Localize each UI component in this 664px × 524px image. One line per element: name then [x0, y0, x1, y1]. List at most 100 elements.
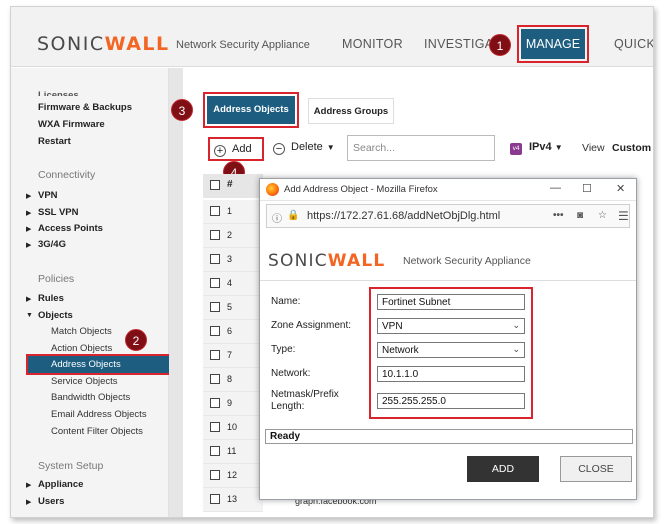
sidebar-item-firmware-backups[interactable]: Firmware & Backups: [38, 102, 132, 113]
row-checkbox[interactable]: [210, 398, 220, 408]
table-row[interactable]: 12: [203, 464, 263, 488]
table-row[interactable]: 8: [203, 368, 263, 392]
collapse-arrow-icon[interactable]: ▼: [26, 312, 33, 319]
sidebar-item-wxa-firmware[interactable]: WXA Firmware: [38, 119, 105, 130]
sidebar-item-email-address-objects[interactable]: Email Address Objects: [51, 409, 147, 420]
nav-manage[interactable]: MANAGE: [517, 25, 589, 63]
dialog-window-title: Add Address Object - Mozilla Firefox: [284, 184, 438, 195]
row-checkbox[interactable]: [210, 326, 220, 336]
table-row[interactable]: 4: [203, 272, 263, 296]
lock-warning-icon[interactable]: 🔒: [287, 210, 299, 221]
row-checkbox[interactable]: [210, 302, 220, 312]
appliance-subtitle: Network Security Appliance: [403, 255, 531, 267]
network-field[interactable]: 10.1.1.0: [377, 366, 525, 382]
row-checkbox[interactable]: [210, 374, 220, 384]
row-checkbox[interactable]: [210, 470, 220, 480]
search-input[interactable]: Search...: [347, 135, 495, 161]
info-icon[interactable]: ⓘ: [272, 210, 282, 225]
expand-arrow-icon[interactable]: ▶: [26, 498, 31, 506]
netmask-field[interactable]: 255.255.255.0: [377, 393, 525, 409]
add-submit-button[interactable]: ADD: [467, 456, 539, 482]
row-checkbox[interactable]: [210, 206, 220, 216]
sidebar-item-vpn[interactable]: VPN: [38, 190, 58, 201]
sidebar-heading-system-setup: System Setup: [38, 460, 104, 472]
ipv4-badge-icon: v4: [510, 143, 522, 155]
close-icon[interactable]: ✕: [616, 182, 625, 195]
sidebar-scrollbar[interactable]: [169, 68, 183, 517]
sidebar-heading-policies: Policies: [38, 273, 75, 285]
url-text[interactable]: https://172.27.61.68/addNetObjDlg.html: [307, 210, 500, 222]
sidebar-item-match-objects[interactable]: Match Objects: [51, 326, 112, 337]
url-bar[interactable]: ⓘ 🔒 https://172.27.61.68/addNetObjDlg.ht…: [266, 204, 630, 228]
row-checkbox[interactable]: [210, 230, 220, 240]
sidebar-item-appliance[interactable]: Appliance: [38, 479, 83, 490]
expand-arrow-icon[interactable]: ▶: [26, 295, 31, 303]
name-label: Name:: [271, 296, 301, 307]
table-row[interactable]: 1: [203, 200, 263, 224]
nav-investigate[interactable]: INVESTIGA: [424, 37, 493, 51]
row-checkbox[interactable]: [210, 494, 220, 504]
sidebar-item-rules[interactable]: Rules: [38, 293, 64, 304]
row-checkbox[interactable]: [210, 254, 220, 264]
tab-address-groups[interactable]: Address Groups: [308, 98, 394, 124]
sidebar-item-action-objects[interactable]: Action Objects: [51, 343, 112, 354]
sonicwall-logo: SONICWALL: [37, 33, 170, 55]
minimize-icon[interactable]: —: [550, 182, 561, 194]
sidebar-item-address-objects[interactable]: Address Objects: [26, 354, 171, 375]
sidebar-item-access-points[interactable]: Access Points: [38, 223, 103, 234]
top-bar: SONICWALL Network Security Appliance MON…: [11, 7, 653, 67]
table-row[interactable]: 10: [203, 416, 263, 440]
tab-address-objects[interactable]: Address Objects: [203, 92, 299, 128]
type-label: Type:: [271, 344, 296, 355]
maximize-icon[interactable]: ☐: [582, 182, 592, 195]
table-row[interactable]: 3: [203, 248, 263, 272]
firefox-icon: [266, 183, 279, 196]
sidebar-item-ssl-vpn[interactable]: SSL VPN: [38, 207, 78, 218]
name-field[interactable]: Fortinet Subnet: [377, 294, 525, 310]
add-button[interactable]: + Add: [208, 137, 264, 161]
ip-version-select[interactable]: IPv4 ▼: [529, 141, 563, 153]
sidebar-item-restart[interactable]: Restart: [38, 136, 71, 147]
sidebar-item-licenses[interactable]: Licenses: [38, 90, 79, 96]
bookmark-star-icon[interactable]: ☆: [598, 210, 607, 221]
table-row[interactable]: 5: [203, 296, 263, 320]
table-row[interactable]: 9: [203, 392, 263, 416]
page-actions-icon[interactable]: •••: [553, 210, 564, 221]
row-checkbox[interactable]: [210, 422, 220, 432]
row-checkbox[interactable]: [210, 446, 220, 456]
step-marker-1: 1: [489, 34, 511, 56]
nav-quick[interactable]: QUICK: [614, 37, 653, 51]
table-row[interactable]: 2: [203, 224, 263, 248]
table-row[interactable]: 6: [203, 320, 263, 344]
close-button[interactable]: CLOSE: [560, 456, 632, 482]
table-row[interactable]: 11: [203, 440, 263, 464]
sidebar-item-bandwidth-objects[interactable]: Bandwidth Objects: [51, 392, 130, 403]
type-select[interactable]: Network ⌄: [377, 342, 525, 358]
view-select[interactable]: Custom: [612, 142, 651, 154]
sidebar-item-3g-4g[interactable]: 3G/4G: [38, 239, 66, 250]
menu-icon[interactable]: ☰: [618, 209, 629, 223]
sidebar-item-service-objects[interactable]: Service Objects: [51, 376, 118, 387]
expand-arrow-icon[interactable]: ▶: [26, 481, 31, 489]
table-row[interactable]: 13: [203, 488, 263, 512]
expand-arrow-icon[interactable]: ▶: [26, 209, 31, 217]
table-row[interactable]: 7: [203, 344, 263, 368]
expand-arrow-icon[interactable]: ▶: [26, 241, 31, 249]
sidebar-item-users[interactable]: Users: [38, 496, 64, 507]
pocket-icon[interactable]: ◙: [577, 210, 583, 221]
delete-button[interactable]: − Delete ▼: [269, 141, 335, 155]
plus-icon: +: [214, 145, 226, 157]
sidebar-item-objects[interactable]: Objects: [38, 310, 73, 321]
sidebar-heading-connectivity: Connectivity: [38, 169, 96, 181]
chevron-down-icon: ⌄: [512, 344, 520, 354]
row-checkbox[interactable]: [210, 350, 220, 360]
sidebar-item-content-filter-objects[interactable]: Content Filter Objects: [51, 426, 143, 437]
expand-arrow-icon[interactable]: ▶: [26, 225, 31, 233]
zone-select[interactable]: VPN ⌄: [377, 318, 525, 334]
row-checkbox[interactable]: [210, 278, 220, 288]
table-header: #: [203, 174, 263, 198]
nav-monitor[interactable]: MONITOR: [342, 37, 403, 51]
minus-icon: −: [273, 143, 285, 155]
expand-arrow-icon[interactable]: ▶: [26, 192, 31, 200]
select-all-checkbox[interactable]: [210, 180, 220, 190]
